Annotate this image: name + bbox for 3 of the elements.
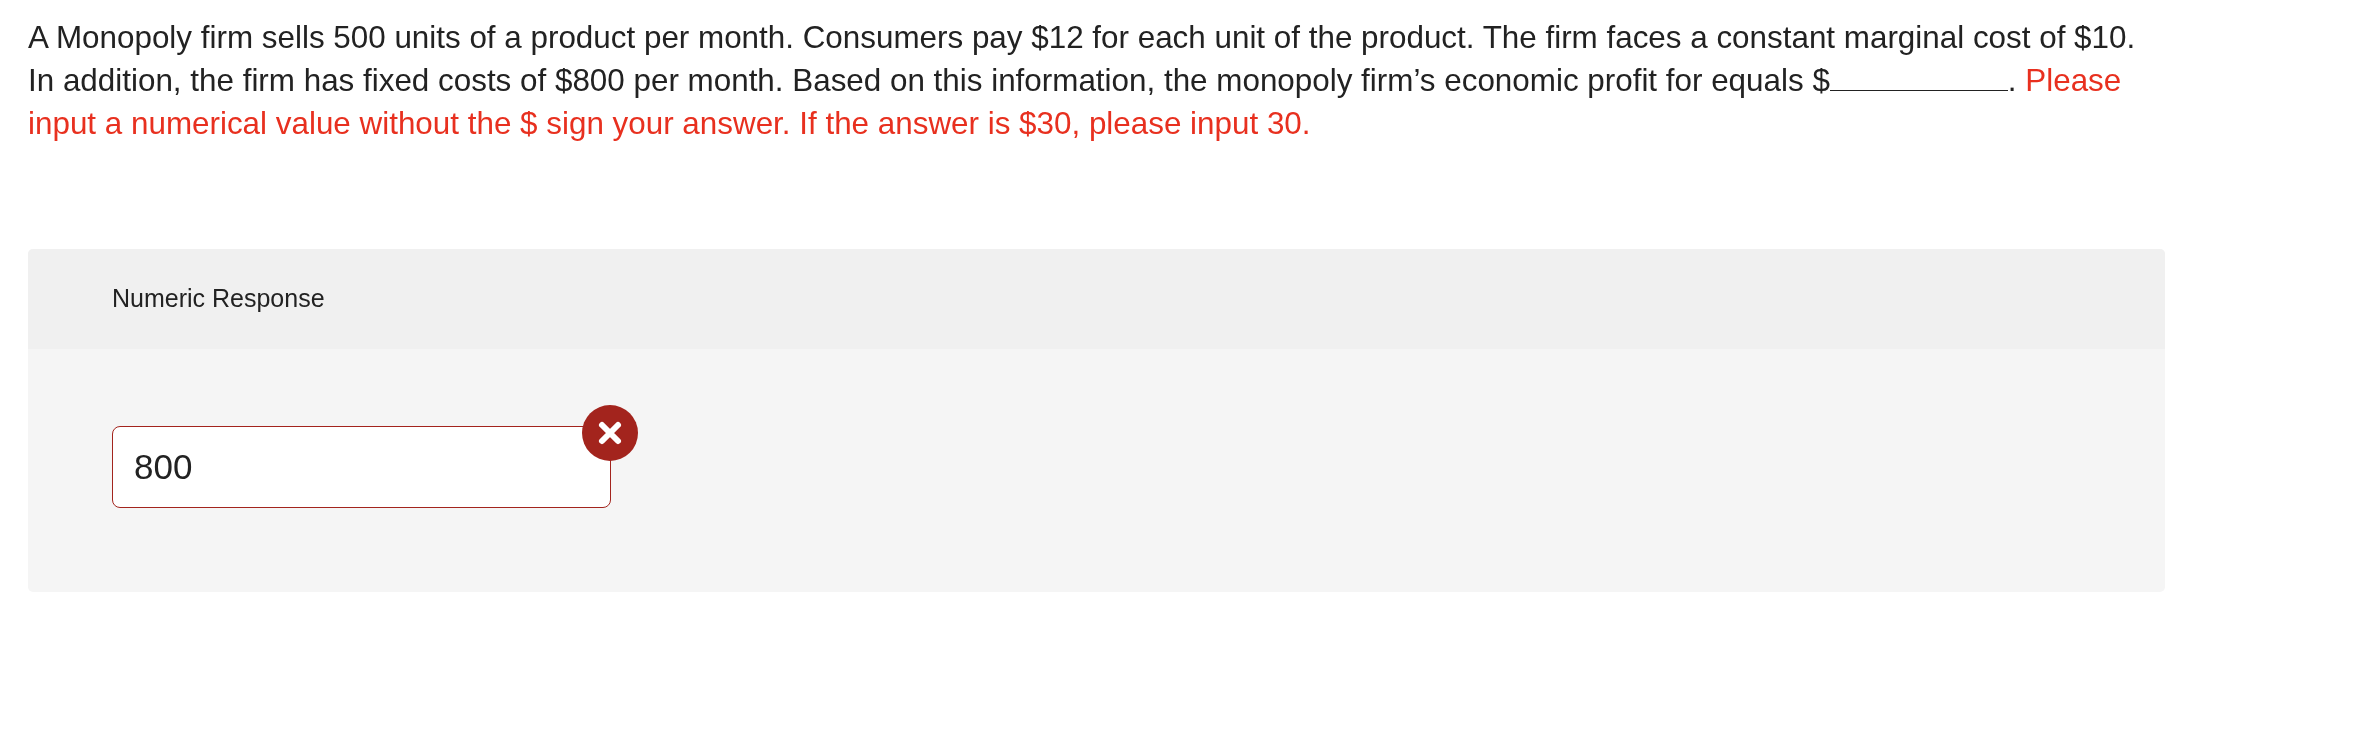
response-label: Numeric Response [112, 283, 325, 315]
question-text: A Monopoly firm sells 500 units of a product per month. Consumers pay $12 for each unit of the product. The firm faces a constant marginal cost of $10. In addition, the firm has fixed costs of $800 per month. Based on this information, the monopoly firm’s economic profit for equals $ . Please input a numerical value without the $ sign your answer. If the answer is $30, please input 30. [28, 19, 2137, 143]
answer-field[interactable]: 800 [112, 426, 611, 508]
